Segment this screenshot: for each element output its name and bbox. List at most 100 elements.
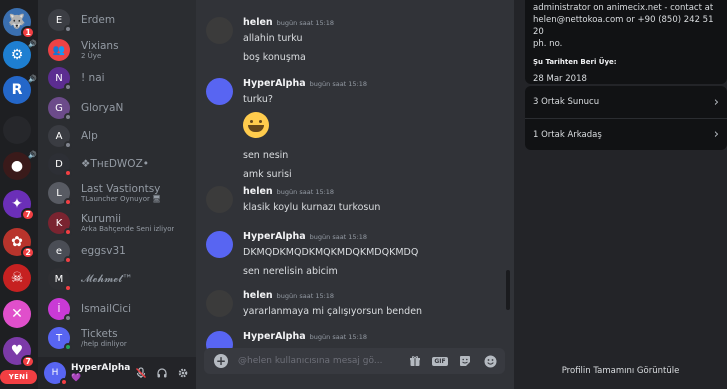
chat-message: HyperAlpha bugün saat 15:18 DKMQDKMQDKMQKM… (206, 231, 506, 281)
message-text: turku? (243, 94, 273, 105)
dm-text: eggsv31 (81, 245, 126, 257)
message-body: HyperAlpha bugün saat 15:18 (243, 331, 506, 343)
server-glyph: ● (10, 158, 24, 174)
about-line: helen@nettokoa.com or +90 (850) 242 51 2… (533, 15, 714, 37)
server-rail: ♥ 7 ✕ ☠ ✿ 2 ✦ 7 ● 🔊 R 🔊 ⚙ 🔊 🐺 1 YENİ (0, 0, 38, 389)
message-author[interactable]: HyperAlpha (243, 231, 306, 242)
grinning-emoji-icon (243, 112, 269, 138)
mention-badge: 2 (21, 246, 35, 259)
mutual-servers-label: 3 Ortak Sunucu (533, 97, 600, 107)
gift-icon[interactable] (408, 355, 422, 368)
dm-item[interactable]: T Tickets/help dinliyor (44, 323, 192, 353)
mutuals-card: 3 Ortak Sunucu › 1 Ortak Arkadaş › (525, 86, 727, 150)
server-glyph: ☠ (10, 270, 24, 286)
voice-speaker-icon: 🔊 (28, 40, 37, 48)
avatar-glyph: e (55, 245, 63, 257)
new-unreads-pill[interactable]: YENİ (0, 370, 37, 384)
mutual-servers-row[interactable]: 3 Ortak Sunucu › (525, 86, 727, 118)
composer-icons: GIF (408, 355, 497, 368)
server-icon-gaming-server[interactable]: ⚙ 🔊 (3, 40, 37, 69)
avatar-glyph: E (55, 14, 63, 26)
sticker-icon[interactable] (458, 355, 472, 368)
dm-avatar: T (48, 327, 72, 351)
message-text: allahin turku (243, 33, 303, 44)
message-avatar[interactable] (206, 231, 233, 258)
dm-item[interactable]: L Last Vastiontsy TLauncher Oynuyor 🖥 (44, 178, 192, 208)
dm-item[interactable]: K Kurumii Arka Bahçende Seni izliyor (44, 208, 192, 238)
dm-subtext: Arka Bahçende Seni izliyor (81, 225, 175, 233)
dm-item[interactable]: İ İsmailCici (44, 294, 192, 324)
dm-name: Alp (81, 129, 98, 142)
dm-text: Last Vastiontsy TLauncher Oynuyor 🖥 (81, 183, 161, 203)
gif-icon[interactable]: GIF (432, 355, 448, 368)
avatar-glyph: İ (57, 303, 61, 315)
message-text: boş konuşma (243, 52, 306, 63)
user-controls (134, 366, 190, 380)
server-icon-purple-server[interactable]: ✦ 7 (3, 190, 35, 221)
dm-item[interactable]: E Erdem (44, 5, 192, 35)
server-icon-rockbox-server[interactable]: R 🔊 (3, 75, 37, 104)
message-timestamp: bugün saat 15:18 (276, 292, 335, 300)
emoji-picker-icon[interactable] (483, 355, 497, 368)
attach-plus-icon[interactable]: + (214, 354, 228, 368)
server-icon-wolf-server[interactable]: 🐺 1 (3, 8, 35, 39)
dm-avatar: D (48, 153, 72, 177)
message-author[interactable]: helen (243, 290, 273, 301)
status-indicator (64, 256, 72, 264)
avatar-glyph: 👥 (52, 44, 66, 56)
message-avatar[interactable] (206, 17, 233, 44)
dm-avatar: e (48, 240, 72, 264)
message-avatar[interactable] (206, 78, 233, 105)
dm-text: İsmailCici (81, 303, 131, 315)
dm-item[interactable]: G GloryaN (44, 93, 192, 123)
message-text: klasik koylu kurnazı turkosun (243, 202, 381, 213)
dm-name: Erdem (81, 13, 116, 26)
server-icon-girl-server[interactable]: ♥ 7 (3, 337, 35, 368)
chat-scrollbar[interactable] (506, 270, 510, 310)
avatar-glyph: M (54, 273, 64, 285)
message-author[interactable]: HyperAlpha (243, 78, 306, 89)
message-avatar[interactable] (206, 290, 233, 317)
view-full-profile-link[interactable]: Profilin Tamamını Görüntüle (514, 366, 727, 376)
user-avatar[interactable]: H (44, 362, 68, 386)
discord-app: ♥ 7 ✕ ☠ ✿ 2 ✦ 7 ● 🔊 R 🔊 ⚙ 🔊 🐺 1 YENİ E Erdem 👥 Vixians 2 Üy… (0, 0, 727, 389)
dm-text: 𝓜𝓮𝓱𝓶𝓮𝓽™ (81, 273, 133, 285)
mention-badge: 7 (21, 208, 35, 221)
message-author[interactable]: helen (243, 17, 273, 28)
server-icon-demon-server[interactable]: ☠ (3, 264, 31, 292)
dm-item[interactable]: D ❖TʜᴇDWOZ• (44, 149, 192, 179)
chevron-right-icon: › (713, 127, 719, 142)
message-text: DKMQDKMQDKMQKMDQKMDQKMDQ (243, 247, 419, 258)
server-icon-dark-server[interactable] (3, 116, 31, 144)
dm-item[interactable]: M 𝓜𝓮𝓱𝓶𝓮𝓽™ (44, 264, 192, 294)
settings-gear-icon[interactable] (176, 366, 190, 380)
avatar-glyph: N (55, 72, 63, 84)
dm-avatar: M (48, 268, 72, 292)
message-avatar[interactable] (206, 186, 233, 213)
dm-text: GloryaN (81, 102, 123, 114)
server-icon-red-orb-server[interactable]: ● 🔊 (3, 151, 37, 180)
dm-name: 𝓜𝓮𝓱𝓶𝓮𝓽™ (81, 272, 133, 285)
server-icon-pink-x-server[interactable]: ✕ (3, 300, 31, 328)
mic-muted-icon[interactable] (134, 366, 148, 380)
server-glyph: ✿ (11, 234, 23, 250)
user-info[interactable]: HyperAlpha 💜 (71, 363, 130, 383)
message-author[interactable]: helen (243, 186, 273, 197)
message-input[interactable] (238, 356, 388, 366)
mutual-friends-row[interactable]: 1 Ortak Arkadaş › (525, 118, 727, 150)
server-icon-anime-server[interactable]: ✿ 2 (3, 228, 35, 259)
message-timestamp: bugün saat 15:18 (276, 188, 335, 196)
dm-subtext: /help dinliyor (81, 340, 127, 348)
status-indicator (64, 83, 72, 91)
message-composer: + GIF (204, 348, 505, 374)
dm-item[interactable]: N ! nai (44, 63, 192, 93)
status-indicator (64, 198, 72, 206)
headphones-icon[interactable] (155, 366, 169, 380)
message-timestamp: bugün saat 15:18 (309, 333, 368, 341)
chat-message: helen bugün saat 15:18 yararlanmaya mi çal… (206, 290, 506, 321)
dm-name: eggsv31 (81, 244, 126, 257)
dm-item[interactable]: A Alp (44, 121, 192, 151)
dm-item[interactable]: e eggsv31 (44, 236, 192, 266)
dm-item[interactable]: 👥 Vixians 2 Üye (44, 35, 192, 65)
message-author[interactable]: HyperAlpha (243, 331, 306, 342)
